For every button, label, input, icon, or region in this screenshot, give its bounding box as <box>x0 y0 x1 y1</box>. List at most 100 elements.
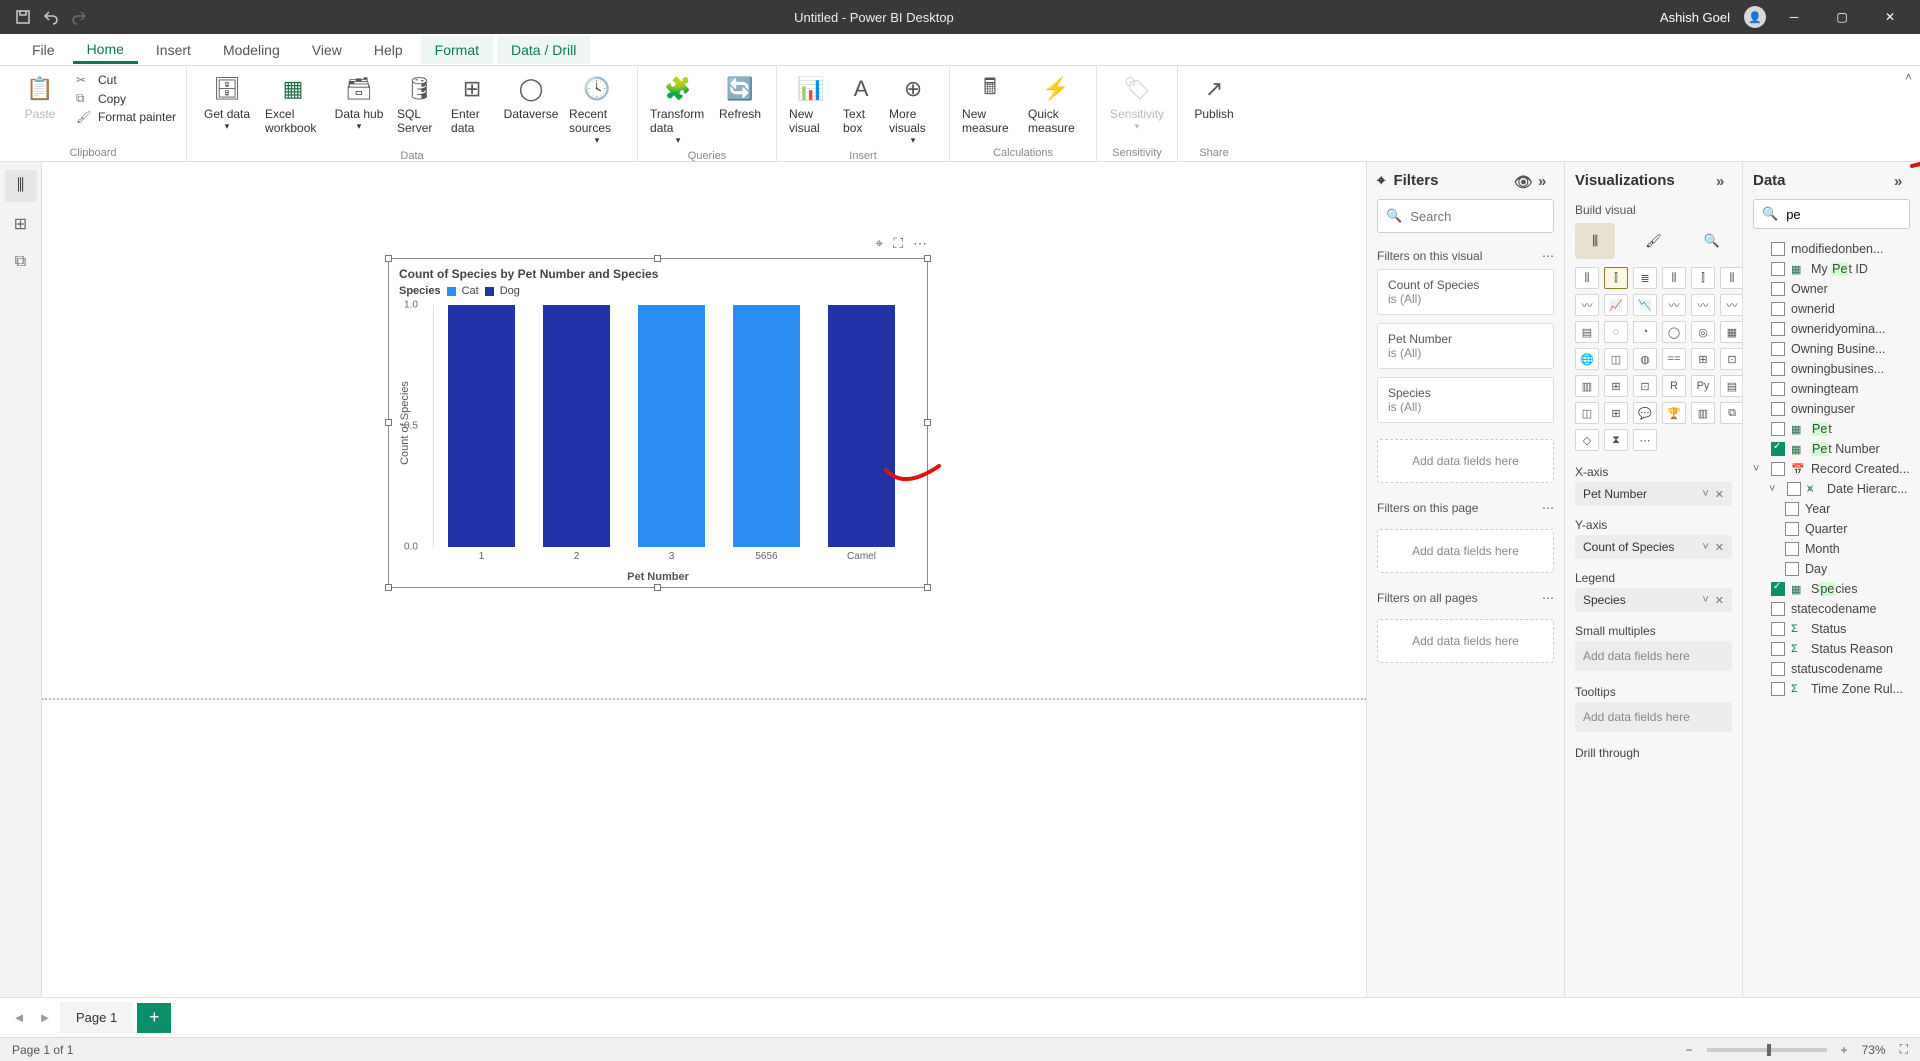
viz-type-button[interactable]: ⊞ <box>1691 348 1715 370</box>
menu-insert[interactable]: Insert <box>142 36 205 64</box>
viz-type-button[interactable]: == <box>1662 348 1686 370</box>
viz-type-button[interactable]: ⧗ <box>1604 429 1628 451</box>
field-checkbox[interactable] <box>1771 682 1785 696</box>
zoom-in-icon[interactable]: + <box>1841 1043 1848 1057</box>
field-row[interactable]: ▦My Pet ID <box>1749 259 1914 279</box>
field-checkbox[interactable] <box>1771 382 1785 396</box>
x-axis-field[interactable]: Pet Number˅✕ <box>1575 482 1732 506</box>
field-row[interactable]: Quarter <box>1749 519 1914 539</box>
field-checkbox[interactable] <box>1771 322 1785 336</box>
field-checkbox[interactable] <box>1771 242 1785 256</box>
zoom-slider[interactable] <box>1707 1048 1827 1052</box>
cut-button[interactable]: ✂Cut <box>76 71 176 89</box>
chart-bar[interactable] <box>828 305 895 547</box>
field-checkbox[interactable] <box>1785 502 1799 516</box>
field-checkbox[interactable] <box>1771 602 1785 616</box>
field-row[interactable]: ownerid <box>1749 299 1914 319</box>
field-row[interactable]: ▦Pet Number <box>1749 439 1914 459</box>
field-row[interactable]: ▦Pet <box>1749 419 1914 439</box>
visual-filter-drop[interactable]: Add data fields here <box>1377 439 1554 483</box>
viz-type-button[interactable]: ⊡ <box>1633 375 1657 397</box>
get-data-button[interactable]: 🗄Get data▾ <box>197 71 257 134</box>
viz-type-button[interactable]: ⫿ <box>1691 267 1715 289</box>
viz-type-button[interactable]: ◔ <box>1633 321 1657 343</box>
next-page-icon[interactable]: ► <box>34 1010 56 1025</box>
field-checkbox[interactable] <box>1771 282 1785 296</box>
field-checkbox[interactable] <box>1785 542 1799 556</box>
viz-type-button[interactable]: ▤ <box>1575 321 1599 343</box>
viz-type-button[interactable]: 〰 <box>1720 294 1744 316</box>
menu-help[interactable]: Help <box>360 36 417 64</box>
fit-page-icon[interactable]: ⛶ <box>1900 1042 1908 1057</box>
model-view-icon[interactable]: ⧉ <box>5 246 37 278</box>
new-visual-button[interactable]: 📊New visual <box>787 71 835 137</box>
collapse-filters-icon[interactable]: » <box>1538 173 1554 189</box>
viz-type-button[interactable]: ◫ <box>1604 348 1628 370</box>
section-more-icon[interactable]: ⋯ <box>1542 591 1554 605</box>
menu-modeling[interactable]: Modeling <box>209 36 294 64</box>
expand-icon[interactable]: ˅ <box>1769 483 1781 495</box>
chart-focus-icon[interactable]: ⛶ <box>893 235 903 252</box>
viz-type-button[interactable]: ⫿ <box>1604 267 1628 289</box>
format-painter-button[interactable]: 🖌Format painter <box>76 108 176 126</box>
minimize-button[interactable]: ─ <box>1774 0 1814 34</box>
text-box-button[interactable]: AText box <box>841 71 881 137</box>
copy-button[interactable]: ⧉Copy <box>76 89 176 108</box>
viz-type-button[interactable]: ⫼ <box>1662 267 1686 289</box>
chart-bar[interactable] <box>543 305 610 547</box>
save-icon[interactable] <box>14 8 32 26</box>
analytics-mode[interactable]: 🔍 <box>1692 223 1732 259</box>
menu-format[interactable]: Format <box>421 36 493 64</box>
viz-type-button[interactable]: ≣ <box>1633 267 1657 289</box>
collapse-ribbon-icon[interactable]: ˄ <box>1905 70 1912 84</box>
report-canvas[interactable]: ⌖ ⛶ ⋯ Count of Species by Pet Number and… <box>42 162 1366 997</box>
page-filter-drop[interactable]: Add data fields here <box>1377 529 1554 573</box>
field-checkbox[interactable] <box>1771 642 1785 656</box>
field-checkbox[interactable] <box>1771 342 1785 356</box>
section-more-icon[interactable]: ⋯ <box>1542 501 1554 515</box>
viz-type-button[interactable]: ⋯ <box>1633 429 1657 451</box>
eye-icon[interactable]: 👁 <box>1514 173 1530 189</box>
viz-type-button[interactable]: 🏆 <box>1662 402 1686 424</box>
chart-bar[interactable] <box>448 305 515 547</box>
menu-view[interactable]: View <box>298 36 356 64</box>
refresh-button[interactable]: 🔄Refresh <box>714 71 766 123</box>
field-row[interactable]: ΣStatus Reason <box>1749 639 1914 659</box>
expand-icon[interactable]: ˅ <box>1753 463 1765 475</box>
transform-data-button[interactable]: 🧩Transform data▾ <box>648 71 708 148</box>
viz-type-button[interactable]: ⊡ <box>1720 348 1744 370</box>
field-checkbox[interactable] <box>1771 462 1785 476</box>
field-row[interactable]: ˅⩙Date Hierarc... <box>1749 479 1914 499</box>
publish-button[interactable]: ↗Publish <box>1188 71 1240 123</box>
sql-server-button[interactable]: 🛢SQL Server <box>395 71 443 137</box>
field-row[interactable]: owningteam <box>1749 379 1914 399</box>
field-row[interactable]: Year <box>1749 499 1914 519</box>
viz-type-button[interactable]: ◎ <box>1691 321 1715 343</box>
new-measure-button[interactable]: 🖩New measure <box>960 71 1020 137</box>
viz-type-button[interactable]: ⊞ <box>1604 375 1628 397</box>
field-row[interactable]: Month <box>1749 539 1914 559</box>
data-view-icon[interactable]: ⊞ <box>5 208 37 240</box>
add-page-button[interactable]: + <box>137 1003 171 1033</box>
filter-card[interactable]: Count of Speciesis (All) <box>1377 269 1554 315</box>
remove-field-icon[interactable]: ✕ <box>1715 594 1724 607</box>
field-checkbox[interactable] <box>1771 362 1785 376</box>
avatar[interactable]: 👤 <box>1744 6 1766 28</box>
viz-type-button[interactable]: ⊞ <box>1604 402 1628 424</box>
section-more-icon[interactable]: ⋯ <box>1542 249 1554 263</box>
field-row[interactable]: statecodename <box>1749 599 1914 619</box>
menu-file[interactable]: File <box>18 36 69 64</box>
viz-type-button[interactable]: ◌ <box>1604 321 1628 343</box>
viz-type-button[interactable]: 〰 <box>1691 294 1715 316</box>
viz-type-button[interactable]: ◍ <box>1633 348 1657 370</box>
remove-field-icon[interactable]: ✕ <box>1715 488 1724 501</box>
chevron-down-icon[interactable]: ˅ <box>1702 488 1708 500</box>
filter-card[interactable]: Speciesis (All) <box>1377 377 1554 423</box>
page-tab[interactable]: Page 1 <box>60 1002 133 1033</box>
viz-type-button[interactable]: R <box>1662 375 1686 397</box>
prev-page-icon[interactable]: ◄ <box>8 1010 30 1025</box>
chart-more-icon[interactable]: ⋯ <box>913 235 927 252</box>
viz-type-button[interactable]: 💬 <box>1633 402 1657 424</box>
field-row[interactable]: Owner <box>1749 279 1914 299</box>
field-checkbox[interactable] <box>1771 662 1785 676</box>
